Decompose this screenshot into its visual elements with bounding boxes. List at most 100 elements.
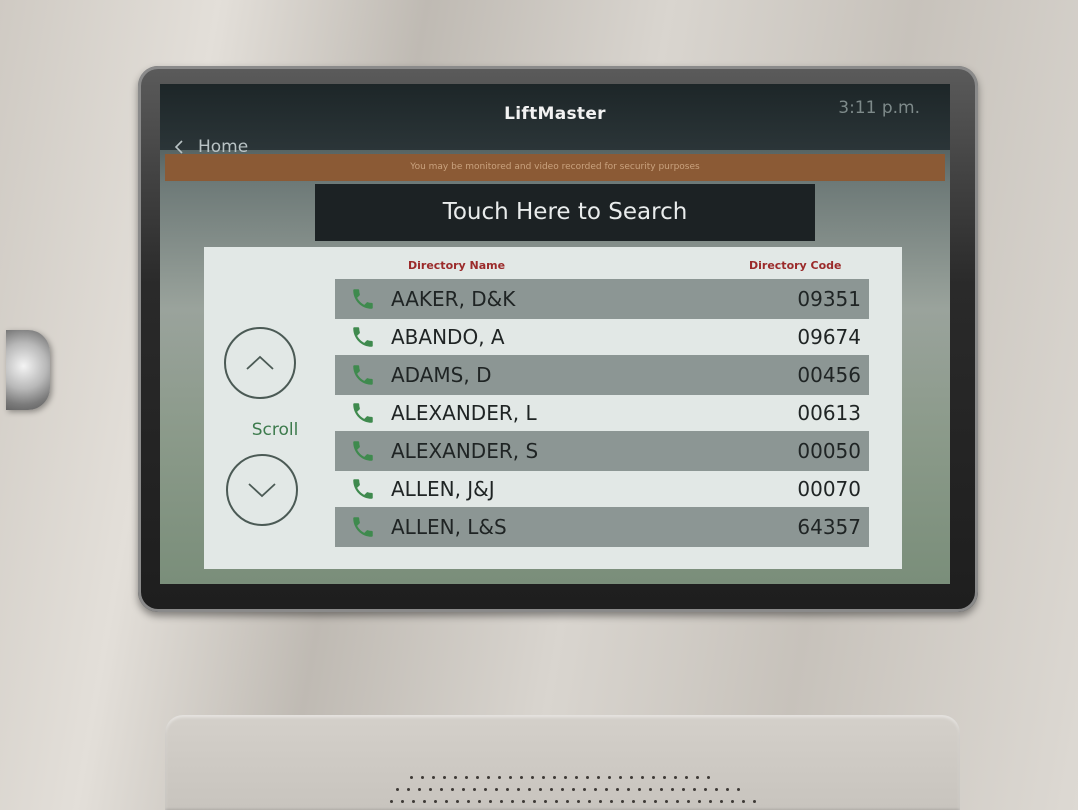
brand-logo: LiftMaster	[504, 104, 606, 124]
speaker-hole	[726, 788, 729, 791]
speaker-hole	[511, 800, 514, 803]
speaker-hole	[575, 776, 578, 779]
directory-entry-name: ALEXANDER, S	[391, 439, 539, 463]
speaker-hole	[509, 776, 512, 779]
speaker-hole	[641, 776, 644, 779]
scroll-up-button[interactable]	[224, 327, 296, 399]
directory-entry-code: 00613	[797, 401, 861, 425]
speaker-hole	[451, 788, 454, 791]
speaker-hole	[566, 800, 569, 803]
speaker-hole	[522, 800, 525, 803]
top-bar: LiftMaster 3:11 p.m. Home	[160, 84, 950, 157]
speaker-hole	[462, 788, 465, 791]
monitoring-notice: You may be monitored and video recorded …	[165, 154, 945, 181]
phone-icon	[335, 476, 391, 502]
directory-row[interactable]: ALLEN, J&J 00070	[335, 469, 869, 509]
directory-entry-code: 00070	[797, 477, 861, 501]
directory-row[interactable]: ALEXANDER, S 00050	[335, 431, 869, 471]
phone-icon	[335, 324, 391, 350]
speaker-hole	[489, 800, 492, 803]
speaker-hole	[498, 776, 501, 779]
speaker-hole	[577, 800, 580, 803]
scroll-down-button[interactable]	[226, 454, 298, 526]
speaker-hole	[542, 776, 545, 779]
directory-entry-code: 09351	[797, 287, 861, 311]
speaker-hole	[506, 788, 509, 791]
speaker-hole	[410, 776, 413, 779]
speaker-hole	[583, 788, 586, 791]
directory-row[interactable]: ADAMS, D 00456	[335, 355, 869, 395]
speaker-hole	[487, 776, 490, 779]
search-button[interactable]: Touch Here to Search	[315, 184, 815, 241]
speaker-hole	[619, 776, 622, 779]
speaker-hole	[533, 800, 536, 803]
speaker-hole	[407, 788, 410, 791]
speaker-hole	[742, 800, 745, 803]
speaker-hole	[445, 800, 448, 803]
speaker-hole	[456, 800, 459, 803]
directory-entry-code: 64357	[797, 515, 861, 539]
phone-icon	[335, 400, 391, 426]
chevron-left-icon	[174, 140, 183, 154]
speaker-hole	[553, 776, 556, 779]
directory-row[interactable]: ABANDO, A 09674	[335, 317, 869, 357]
directory-name-header: Directory Name	[408, 259, 506, 272]
directory-row[interactable]: AAKER, D&K 09351	[335, 279, 869, 319]
speaker-hole	[643, 800, 646, 803]
speaker-hole	[649, 788, 652, 791]
scroll-label: Scroll	[251, 420, 299, 440]
key-lock	[6, 330, 50, 410]
directory-row[interactable]: ALLEN, L&S 64357	[335, 507, 869, 547]
speaker-hole	[434, 800, 437, 803]
speaker-hole	[599, 800, 602, 803]
speaker-hole	[544, 800, 547, 803]
directory-entry-code: 00050	[797, 439, 861, 463]
speaker-hole	[638, 788, 641, 791]
speaker-hole	[753, 800, 756, 803]
speaker-hole	[572, 788, 575, 791]
speaker-hole	[418, 788, 421, 791]
speaker-hole	[517, 788, 520, 791]
speaker-hole	[652, 776, 655, 779]
speaker-hole	[588, 800, 591, 803]
speaker-hole	[429, 788, 432, 791]
speaker-hole	[616, 788, 619, 791]
speaker-hole	[731, 800, 734, 803]
speaker-hole	[605, 788, 608, 791]
speaker-hole	[737, 788, 740, 791]
speaker-hole	[621, 800, 624, 803]
speaker-hole	[476, 776, 479, 779]
speaker-hole	[597, 776, 600, 779]
speaker-hole	[495, 788, 498, 791]
speaker-hole	[676, 800, 679, 803]
speaker-hole	[478, 800, 481, 803]
speaker-hole	[484, 788, 487, 791]
speaker-hole	[594, 788, 597, 791]
directory-entry-name: ALEXANDER, L	[391, 401, 537, 425]
speaker-hole	[555, 800, 558, 803]
speaker-hole	[709, 800, 712, 803]
speaker-hole	[454, 776, 457, 779]
speaker-hole	[660, 788, 663, 791]
directory-entry-name: ABANDO, A	[391, 325, 505, 349]
directory-row[interactable]: ALEXANDER, L 00613	[335, 393, 869, 433]
speaker-hole	[500, 800, 503, 803]
speaker-hole	[586, 776, 589, 779]
speaker-hole	[630, 776, 633, 779]
speaker-hole	[531, 776, 534, 779]
touch-screen: LiftMaster 3:11 p.m. Home You may be mon…	[160, 84, 950, 584]
speaker-hole	[707, 776, 710, 779]
speaker-hole	[423, 800, 426, 803]
speaker-hole	[390, 800, 393, 803]
speaker-hole	[432, 776, 435, 779]
phone-icon	[335, 362, 391, 388]
speaker-hole	[421, 776, 424, 779]
speaker-hole	[608, 776, 611, 779]
speaker-hole	[440, 788, 443, 791]
directory-entry-name: ALLEN, L&S	[391, 515, 507, 539]
speaker-hole	[665, 800, 668, 803]
speaker-hole	[685, 776, 688, 779]
phone-icon	[335, 514, 391, 540]
directory-entry-name: AAKER, D&K	[391, 287, 516, 311]
directory-entry-code: 09674	[797, 325, 861, 349]
